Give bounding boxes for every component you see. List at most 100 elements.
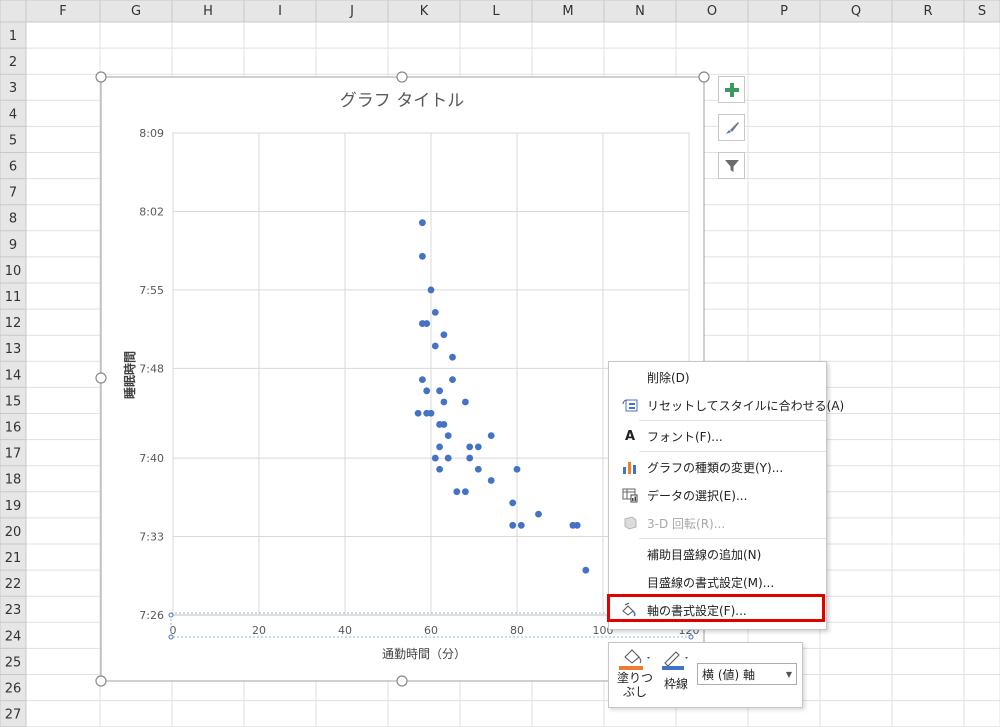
- y-axis-title[interactable]: 睡眠時間: [122, 351, 137, 399]
- menu-item-3d-rotation[interactable]: 3-D 回転(R)...: [609, 511, 826, 535]
- row-header[interactable]: 11: [5, 290, 22, 305]
- row-header[interactable]: 23: [5, 603, 22, 618]
- data-point[interactable]: [487, 477, 495, 484]
- menu-item-add-minor-gridlines[interactable]: 補助目盛線の追加(N): [609, 542, 826, 566]
- menu-item-change-chart-type[interactable]: グラフの種類の変更(Y)...: [609, 455, 826, 479]
- data-point[interactable]: [440, 421, 448, 428]
- resize-handle[interactable]: [95, 372, 107, 384]
- data-point[interactable]: [487, 432, 495, 440]
- data-point[interactable]: [431, 342, 439, 350]
- column-header[interactable]: N: [635, 4, 645, 19]
- data-point[interactable]: [431, 308, 439, 316]
- column-header[interactable]: F: [59, 4, 66, 19]
- data-point[interactable]: [462, 488, 469, 496]
- data-point[interactable]: [466, 454, 474, 462]
- data-point[interactable]: [517, 521, 525, 529]
- column-header[interactable]: M: [562, 4, 573, 19]
- data-point[interactable]: [474, 465, 482, 473]
- row-header[interactable]: 10: [5, 264, 22, 279]
- row-header[interactable]: 17: [5, 447, 22, 462]
- data-point[interactable]: [427, 409, 435, 417]
- row-header[interactable]: 8: [9, 212, 17, 227]
- data-point[interactable]: [509, 499, 517, 507]
- row-header[interactable]: 12: [5, 316, 22, 331]
- data-point[interactable]: [462, 398, 469, 406]
- column-header[interactable]: R: [923, 4, 932, 19]
- data-point[interactable]: [449, 353, 456, 361]
- row-header[interactable]: 26: [5, 682, 22, 697]
- row-header[interactable]: 3: [9, 81, 17, 96]
- data-point[interactable]: [419, 376, 426, 384]
- axis-selection-handle[interactable]: [688, 634, 694, 640]
- row-headers[interactable]: 1234567891011121314151617181920212223242…: [0, 21, 27, 727]
- menu-item-select-data[interactable]: データの選択(E)...: [609, 483, 826, 507]
- data-point[interactable]: [474, 443, 482, 451]
- row-header[interactable]: 14: [5, 368, 22, 383]
- row-header[interactable]: 2: [9, 55, 17, 70]
- row-header[interactable]: 9: [9, 238, 17, 253]
- chart-title[interactable]: グラフ タイトル: [340, 91, 464, 111]
- resize-handle[interactable]: [396, 675, 408, 687]
- menu-item-format-gridlines[interactable]: 目盛線の書式設定(M)...: [609, 570, 826, 594]
- chart-elements-button[interactable]: [718, 76, 745, 103]
- data-point[interactable]: [436, 443, 443, 451]
- context-menu[interactable]: 削除(D) リセットしてスタイルに合わせる(A) A フォント(F)... グラ…: [608, 361, 844, 630]
- column-header[interactable]: L: [492, 4, 500, 19]
- data-point[interactable]: [419, 252, 426, 260]
- data-point[interactable]: [535, 510, 542, 518]
- axis-selection-handle[interactable]: [168, 612, 174, 618]
- row-header[interactable]: 4: [9, 107, 17, 122]
- row-header[interactable]: 19: [5, 499, 22, 514]
- data-point[interactable]: [444, 454, 452, 462]
- column-header[interactable]: I: [278, 4, 282, 19]
- select-all-corner[interactable]: [0, 0, 27, 23]
- row-header[interactable]: 22: [5, 577, 22, 592]
- column-header[interactable]: Q: [851, 4, 861, 19]
- column-header[interactable]: J: [349, 4, 354, 19]
- row-header[interactable]: 13: [5, 342, 22, 357]
- column-header[interactable]: O: [707, 4, 717, 19]
- data-point[interactable]: [513, 465, 521, 473]
- row-header[interactable]: 7: [9, 186, 17, 201]
- data-point[interactable]: [582, 566, 590, 574]
- resize-handle[interactable]: [698, 71, 710, 83]
- mini-toolbar[interactable]: 塗りつ ぶし 枠線 横 (値) 軸 ▼: [608, 642, 803, 708]
- column-header[interactable]: P: [780, 4, 788, 19]
- column-header[interactable]: H: [203, 4, 213, 19]
- data-point[interactable]: [449, 376, 456, 384]
- resize-handle[interactable]: [95, 675, 107, 687]
- column-header[interactable]: S: [978, 4, 986, 19]
- data-point[interactable]: [431, 454, 439, 462]
- menu-item-font[interactable]: A フォント(F)...: [609, 424, 826, 448]
- data-point[interactable]: [444, 432, 452, 440]
- row-header[interactable]: 25: [5, 655, 22, 670]
- data-point[interactable]: [573, 521, 581, 529]
- x-axis-title[interactable]: 通勤時間（分）: [382, 647, 466, 661]
- data-point[interactable]: [453, 488, 461, 496]
- row-header[interactable]: 20: [5, 525, 22, 540]
- row-header[interactable]: 6: [9, 160, 17, 175]
- chart-filters-button[interactable]: [718, 152, 745, 179]
- row-header[interactable]: 18: [5, 473, 22, 488]
- data-point[interactable]: [436, 387, 443, 395]
- chart-element-selector[interactable]: 横 (値) 軸 ▼: [697, 663, 797, 685]
- menu-item-reset-style[interactable]: リセットしてスタイルに合わせる(A): [609, 393, 844, 417]
- data-point[interactable]: [423, 387, 431, 395]
- menu-item-delete[interactable]: 削除(D): [609, 365, 826, 389]
- resize-handle[interactable]: [95, 71, 107, 83]
- row-header[interactable]: 1: [9, 29, 17, 44]
- row-header[interactable]: 15: [5, 394, 22, 409]
- row-header[interactable]: 16: [5, 421, 22, 436]
- column-header[interactable]: G: [131, 4, 141, 19]
- spreadsheet[interactable]: FGHIJKLMNOPQRS 1234567891011121314151617…: [0, 0, 1000, 727]
- data-point[interactable]: [509, 521, 517, 529]
- data-point[interactable]: [436, 465, 443, 473]
- resize-handle[interactable]: [396, 71, 408, 83]
- chart-styles-button[interactable]: [718, 114, 745, 141]
- axis-selection-handle[interactable]: [168, 634, 174, 640]
- data-point[interactable]: [440, 398, 448, 406]
- fill-button[interactable]: 塗りつ ぶし: [615, 647, 655, 705]
- row-header[interactable]: 5: [9, 133, 17, 148]
- row-header[interactable]: 24: [5, 629, 22, 644]
- row-header[interactable]: 27: [5, 708, 22, 723]
